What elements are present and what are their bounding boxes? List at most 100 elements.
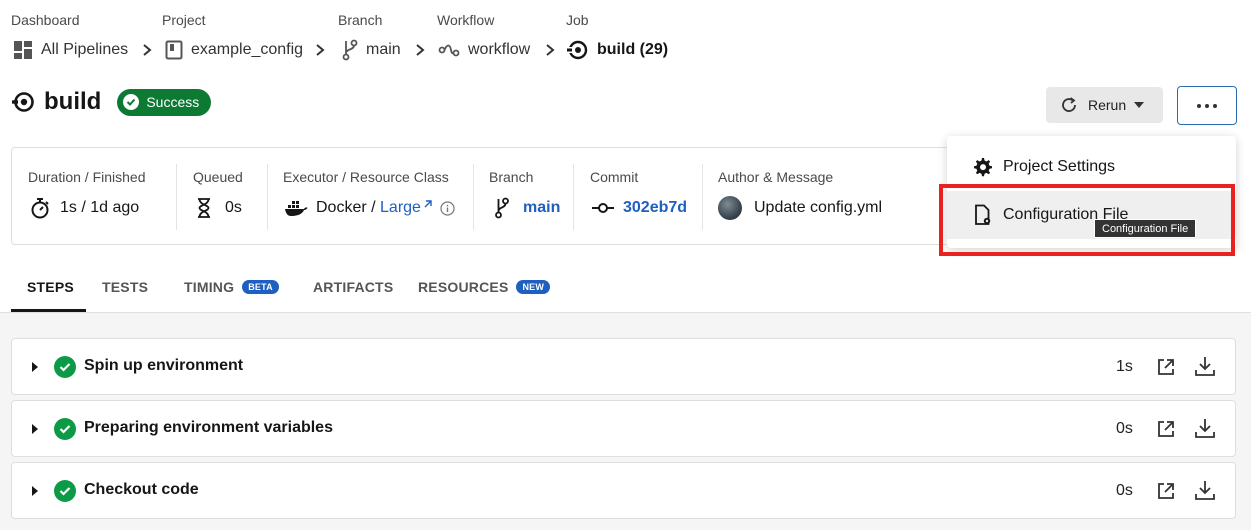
gear-icon bbox=[973, 157, 993, 177]
info-duration-label: Duration / Finished bbox=[28, 169, 146, 185]
workflow-icon bbox=[438, 42, 460, 58]
info-queued-value: 0s bbox=[225, 199, 242, 216]
breadcrumb-label-branch: Branch bbox=[338, 12, 383, 28]
active-tab-indicator bbox=[11, 309, 86, 312]
tab-steps-label: STEPS bbox=[27, 279, 74, 295]
branch-link[interactable]: main bbox=[523, 199, 560, 217]
step-duration: 0s bbox=[1116, 420, 1133, 437]
breadcrumb-all-pipelines-label: All Pipelines bbox=[41, 41, 129, 58]
info-commit-value-wrap: 302eb7d bbox=[592, 197, 687, 219]
status-badge: Success bbox=[117, 88, 212, 116]
breadcrumb-project[interactable]: example_config bbox=[165, 38, 303, 62]
info-queued-label: Queued bbox=[193, 169, 243, 185]
breadcrumb-all-pipelines[interactable]: All Pipelines bbox=[13, 38, 128, 62]
commit-message: Update config.yml bbox=[754, 199, 883, 216]
rerun-button[interactable]: Rerun bbox=[1046, 87, 1163, 123]
git-branch-icon bbox=[342, 39, 358, 61]
chevron-right-icon bbox=[414, 43, 426, 57]
job-icon bbox=[567, 39, 589, 61]
breadcrumb-branch[interactable]: main bbox=[342, 38, 401, 62]
tab-tests-label: TESTS bbox=[102, 279, 149, 295]
step-duration: 1s bbox=[1116, 358, 1133, 375]
ellipsis-icon bbox=[1197, 103, 1201, 108]
info-executor-type: Docker bbox=[316, 199, 367, 216]
chevron-right-icon bbox=[141, 43, 153, 57]
info-branch-label: Branch bbox=[489, 169, 534, 185]
commit-link[interactable]: 302eb7d bbox=[623, 199, 687, 217]
menu-item-project-settings-label: Project Settings bbox=[1003, 158, 1116, 175]
success-check-icon bbox=[54, 418, 76, 440]
download-icon[interactable] bbox=[1194, 479, 1216, 501]
docker-icon bbox=[284, 199, 308, 217]
breadcrumb-job-label: build (29) bbox=[597, 41, 669, 58]
chevron-right-icon bbox=[314, 43, 326, 57]
job-icon bbox=[12, 90, 36, 114]
caret-right-icon[interactable] bbox=[32, 362, 38, 372]
step-name: Preparing environment variables bbox=[84, 419, 333, 436]
dashboard-icon bbox=[13, 40, 33, 60]
info-author-label: Author & Message bbox=[718, 169, 834, 185]
tab-timing-label: TIMING bbox=[184, 279, 235, 295]
step-row[interactable]: Spin up environment 1s bbox=[11, 338, 1236, 395]
step-row[interactable]: Checkout code 0s bbox=[11, 462, 1236, 519]
info-icon[interactable] bbox=[440, 200, 455, 216]
more-options-button[interactable] bbox=[1177, 86, 1237, 125]
info-duration-value: 1s / 1d ago bbox=[60, 199, 140, 216]
divider bbox=[702, 164, 703, 230]
beta-badge: BETA bbox=[242, 280, 279, 294]
refresh-icon bbox=[1060, 96, 1078, 114]
breadcrumb-label-project: Project bbox=[162, 12, 206, 28]
step-name: Spin up environment bbox=[84, 357, 244, 374]
download-icon[interactable] bbox=[1194, 417, 1216, 439]
resource-class-link[interactable]: Large bbox=[380, 199, 421, 217]
stopwatch-icon bbox=[30, 197, 50, 219]
git-commit-icon bbox=[592, 202, 614, 214]
page-title: build bbox=[44, 88, 102, 115]
caret-right-icon[interactable] bbox=[32, 486, 38, 496]
tab-tests[interactable]: TESTS bbox=[102, 279, 148, 295]
open-external-icon[interactable] bbox=[1156, 481, 1176, 501]
tab-timing[interactable]: TIMING BETA bbox=[184, 279, 279, 295]
breadcrumb-branch-label: main bbox=[366, 41, 401, 58]
tab-artifacts[interactable]: ARTIFACTS bbox=[313, 279, 393, 295]
info-executor-label: Executor / Resource Class bbox=[283, 169, 449, 185]
info-duration-value-wrap: 1s / 1d ago bbox=[30, 197, 139, 219]
step-duration: 0s bbox=[1116, 482, 1133, 499]
download-icon[interactable] bbox=[1194, 355, 1216, 377]
info-branch-value-wrap: main bbox=[495, 197, 560, 219]
job-header: build Success bbox=[12, 88, 212, 116]
check-icon bbox=[123, 94, 140, 110]
rerun-button-label: Rerun bbox=[1088, 97, 1127, 113]
chevron-right-icon bbox=[544, 43, 556, 57]
breadcrumb-workflow[interactable]: workflow bbox=[438, 38, 530, 62]
step-row[interactable]: Preparing environment variables 0s bbox=[11, 400, 1236, 457]
caret-down-icon bbox=[1134, 102, 1145, 108]
status-badge-label: Success bbox=[146, 94, 200, 110]
tab-artifacts-label: ARTIFACTS bbox=[313, 279, 394, 295]
breadcrumb-label-dashboard: Dashboard bbox=[11, 12, 80, 28]
divider bbox=[473, 164, 474, 230]
tab-resources[interactable]: RESOURCES NEW bbox=[418, 279, 551, 295]
open-external-icon[interactable] bbox=[1156, 357, 1176, 377]
caret-right-icon[interactable] bbox=[32, 424, 38, 434]
breadcrumb-project-label: example_config bbox=[191, 41, 304, 58]
repository-icon bbox=[165, 40, 183, 60]
info-queued-value-wrap: 0s bbox=[197, 197, 242, 219]
divider bbox=[267, 164, 268, 230]
info-commit-label: Commit bbox=[590, 169, 639, 185]
success-check-icon bbox=[54, 356, 76, 378]
step-name: Checkout code bbox=[84, 481, 199, 498]
info-executor-separator: / bbox=[366, 199, 381, 216]
tab-resources-label: RESOURCES bbox=[418, 279, 509, 295]
breadcrumb-label-workflow: Workflow bbox=[437, 12, 495, 28]
open-external-icon[interactable] bbox=[1156, 419, 1176, 439]
breadcrumb-label-job: Job bbox=[566, 12, 589, 28]
success-check-icon bbox=[54, 480, 76, 502]
tab-steps[interactable]: STEPS bbox=[27, 279, 74, 295]
new-badge: NEW bbox=[516, 280, 551, 294]
breadcrumb-job[interactable]: build (29) bbox=[567, 38, 668, 62]
tooltip: Configuration File bbox=[1094, 219, 1197, 238]
divider bbox=[573, 164, 574, 230]
avatar bbox=[718, 196, 742, 220]
info-executor-value-wrap: Docker / Large bbox=[284, 197, 455, 219]
